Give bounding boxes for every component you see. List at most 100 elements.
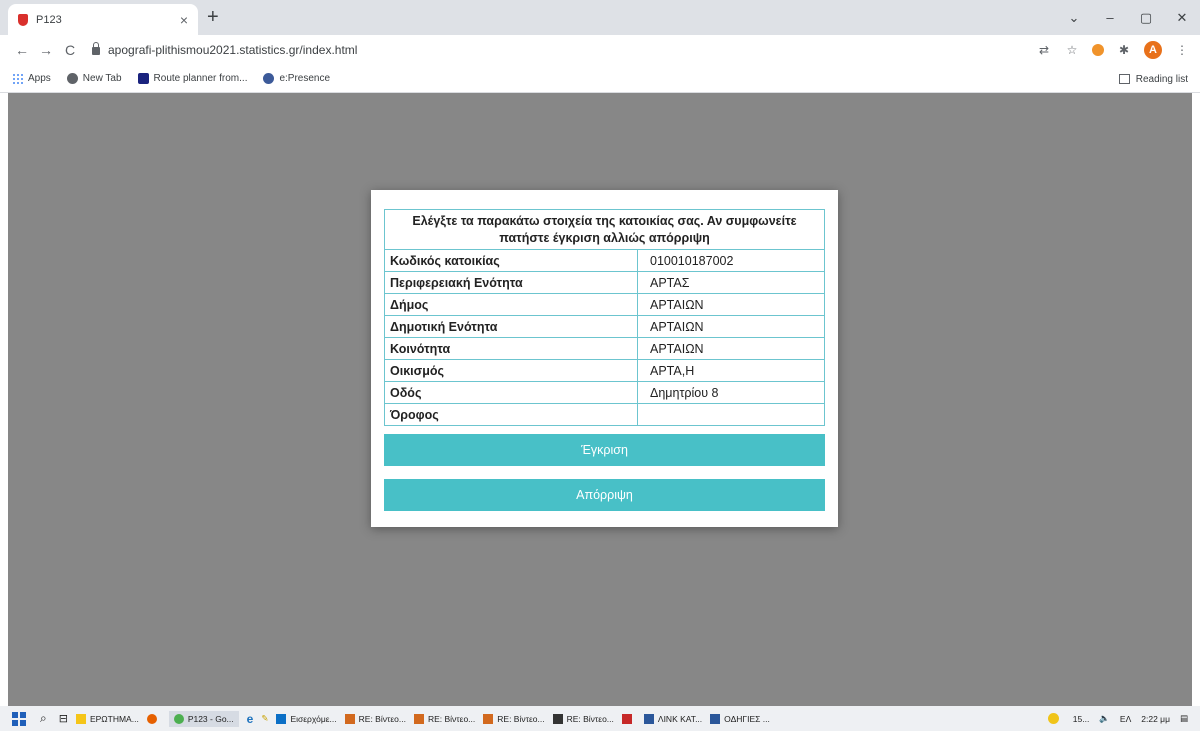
maximize-button[interactable]: ▢: [1128, 10, 1164, 26]
weather-icon[interactable]: [1047, 713, 1059, 724]
search-icon[interactable]: ⌕: [40, 711, 47, 726]
row-label: Δημοτική Ενότητα: [384, 315, 638, 338]
reading-list-icon: [1118, 74, 1130, 84]
weather-label[interactable]: 15...: [1073, 714, 1090, 724]
speaker-icon[interactable]: 🔈: [1099, 713, 1110, 724]
extension-icon[interactable]: [1092, 44, 1104, 56]
mail-icon: [413, 713, 424, 724]
bookmark-new-tab[interactable]: New Tab: [66, 73, 122, 84]
taskbar-item-label: RE: Βίντεο...: [427, 713, 476, 724]
browser-window: P123 × + ⌄ – ▢ ✕ ← → C apografi-plithism…: [0, 0, 1200, 731]
mail-icon: [344, 713, 355, 724]
windows-start-icon[interactable]: [12, 711, 26, 726]
row-label: Οδός: [384, 381, 638, 404]
row-label: Όροφος: [384, 403, 638, 426]
table-row: Οδός Δημητρίου 8: [384, 381, 825, 404]
menu-kebab-icon[interactable]: ⋮: [1174, 43, 1190, 57]
browser-toolbar: ← → C apografi-plithismou2021.statistics…: [0, 35, 1200, 65]
row-value: ΑΡΤΑΙΩΝ: [637, 315, 825, 338]
new-tab-button[interactable]: +: [207, 7, 219, 27]
reload-button[interactable]: C: [58, 42, 82, 58]
taskbar-item-active[interactable]: P123 - Go...: [168, 710, 239, 727]
tab-title: P123: [36, 13, 62, 26]
taskbar-item[interactable]: ΟΔΗΓΙΕΣ ...: [710, 713, 770, 724]
close-window-button[interactable]: ✕: [1164, 10, 1200, 26]
firefox-icon[interactable]: [146, 713, 161, 724]
row-label: Δήμος: [384, 293, 638, 316]
row-value: ΑΡΤΑΣ: [637, 271, 825, 294]
approve-button[interactable]: Έγκριση: [384, 434, 825, 466]
mail-icon: [552, 713, 563, 724]
word-icon: [710, 713, 721, 724]
taskbar-item[interactable]: ΛΙΝΚ ΚΑΤ...: [643, 713, 702, 724]
bookmark-route-planner[interactable]: Route planner from...: [137, 73, 248, 84]
bookmark-star-icon[interactable]: ☆: [1064, 43, 1080, 57]
reading-list-label: Reading list: [1135, 73, 1188, 85]
confirmation-dialog: Ελέγξτε τα παρακάτω στοιχεία της κατοικί…: [371, 190, 838, 527]
url-text: apografi-plithismou2021.statistics.gr/in…: [108, 43, 358, 57]
row-label: Κωδικός κατοικίας: [384, 249, 638, 272]
table-row: Κοινότητα ΑΡΤΑΙΩΝ: [384, 337, 825, 360]
forward-button[interactable]: →: [34, 42, 58, 58]
bookmark-epresence[interactable]: e:Presence: [263, 73, 330, 84]
bookmark-apps[interactable]: Apps: [12, 73, 51, 84]
profile-avatar[interactable]: A: [1144, 41, 1162, 59]
taskbar-item-label: Εισερχόμε...: [290, 713, 337, 724]
row-value: [637, 403, 825, 426]
bookmark-label: Route planner from...: [153, 73, 248, 84]
lock-icon[interactable]: [92, 42, 100, 55]
close-tab-icon[interactable]: ×: [180, 12, 188, 28]
language-indicator[interactable]: ΕΛ: [1120, 714, 1131, 724]
windows-taskbar: ⌕ ⊟ ΕΡΩΤΗΜΑ... P123 - Go... e ✎ Εισερχόμ…: [0, 706, 1200, 731]
apps-grid-icon: [12, 73, 23, 84]
taskbar-item[interactable]: Εισερχόμε...: [276, 713, 337, 724]
browser-tab[interactable]: P123 ×: [8, 4, 198, 35]
row-value: Δημητρίου 8: [637, 381, 825, 404]
page-content: Ελέγξτε τα παρακάτω στοιχεία της κατοικί…: [8, 93, 1192, 706]
dialog-header: Ελέγξτε τα παρακάτω στοιχεία της κατοικί…: [384, 209, 825, 250]
table-row: Όροφος: [384, 403, 825, 426]
taskbar-item-label: RE: Βίντεο...: [566, 713, 614, 724]
system-tray: 15... 🔈 ΕΛ 2:22 μμ ▤: [1047, 706, 1188, 731]
tab-search-icon[interactable]: ⌄: [1056, 10, 1092, 26]
address-bar[interactable]: apografi-plithismou2021.statistics.gr/in…: [92, 38, 1032, 62]
table-row: Περιφερειακή Ενότητα ΑΡΤΑΣ: [384, 271, 825, 294]
table-row: Δημοτική Ενότητα ΑΡΤΑΙΩΝ: [384, 315, 825, 338]
bookmark-label: e:Presence: [279, 73, 331, 84]
word-doc-icon: [75, 713, 86, 724]
extensions-puzzle-icon[interactable]: ✱: [1116, 43, 1132, 57]
taskbar-item[interactable]: RE: Βίντεο...: [344, 713, 406, 724]
reading-list-button[interactable]: Reading list: [1118, 65, 1188, 93]
table-row: Δήμος ΑΡΤΑΙΩΝ: [384, 293, 825, 316]
edge-icon[interactable]: e: [247, 712, 254, 726]
chrome-icon: [173, 713, 184, 724]
route-icon: [137, 73, 149, 84]
row-value: ΑΡΤΑΙΩΝ: [637, 293, 825, 316]
table-row: Κωδικός κατοικίας 010010187002: [384, 249, 825, 272]
row-label: Κοινότητα: [384, 337, 638, 360]
reject-button[interactable]: Απόρριψη: [384, 479, 825, 511]
bookmark-label: Apps: [28, 73, 51, 84]
row-label: Περιφερειακή Ενότητα: [384, 271, 638, 294]
app-logo: [621, 713, 632, 724]
minimize-button[interactable]: –: [1092, 10, 1128, 25]
translate-icon[interactable]: ⇄: [1036, 43, 1052, 57]
pen-icon[interactable]: ✎: [261, 713, 268, 724]
outlook-icon: [276, 713, 287, 724]
clock[interactable]: 2:22 μμ: [1141, 714, 1170, 724]
taskbar-item[interactable]: RE: Βίντεο...: [552, 713, 614, 724]
globe-icon: [66, 73, 78, 84]
taskbar-item[interactable]: RE: Βίντεο...: [483, 713, 545, 724]
taskbar-item-label: ΟΔΗΓΙΕΣ ...: [724, 713, 770, 724]
back-button[interactable]: ←: [10, 42, 34, 58]
toolbar-actions: ⇄ ☆ ✱ A ⋮: [1036, 35, 1190, 65]
notifications-icon[interactable]: ▤: [1180, 713, 1188, 724]
taskbar-item[interactable]: RE: Βίντεο...: [413, 713, 476, 724]
taskbar-item-label: P123 - Go...: [187, 713, 234, 724]
task-view-icon[interactable]: ⊟: [59, 712, 68, 725]
taskbar-item[interactable]: ΕΡΩΤΗΜΑ...: [75, 713, 139, 724]
app-icon[interactable]: [621, 713, 636, 724]
table-row: Οικισμός ΑΡΤΑ,Η: [384, 359, 825, 382]
firefox-logo: [146, 713, 157, 724]
bookmark-label: New Tab: [82, 73, 122, 84]
